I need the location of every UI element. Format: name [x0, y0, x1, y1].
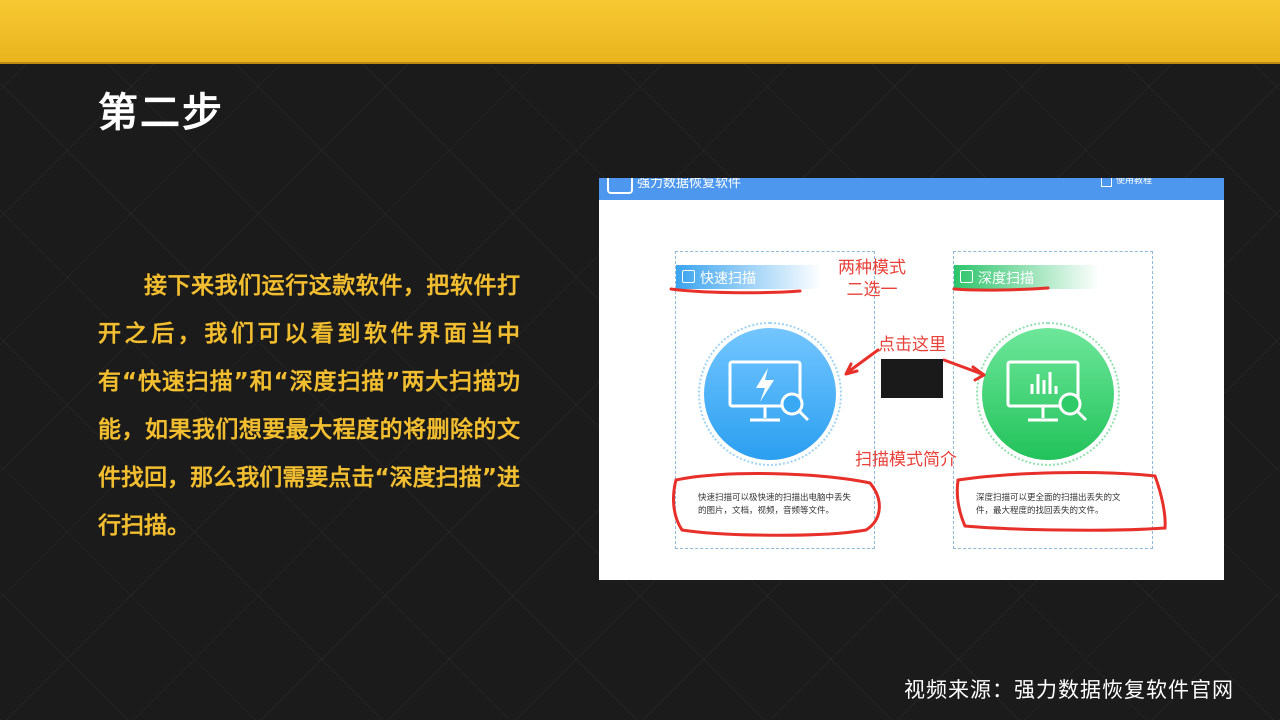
annotation-two-modes-line2: 二选一: [846, 280, 898, 300]
redaction-box: [881, 359, 943, 398]
video-source: 视频来源：强力数据恢复软件官网: [904, 678, 1234, 702]
annotation-scan-intro: 扫描模式简介: [855, 450, 957, 470]
annotation-two-modes: 两种模式 二选一: [838, 257, 906, 301]
annotation-strokes: [669, 286, 1167, 537]
annotation-two-modes-line1: 两种模式: [838, 258, 906, 278]
annotation-click-here: 点击这里: [878, 335, 946, 355]
